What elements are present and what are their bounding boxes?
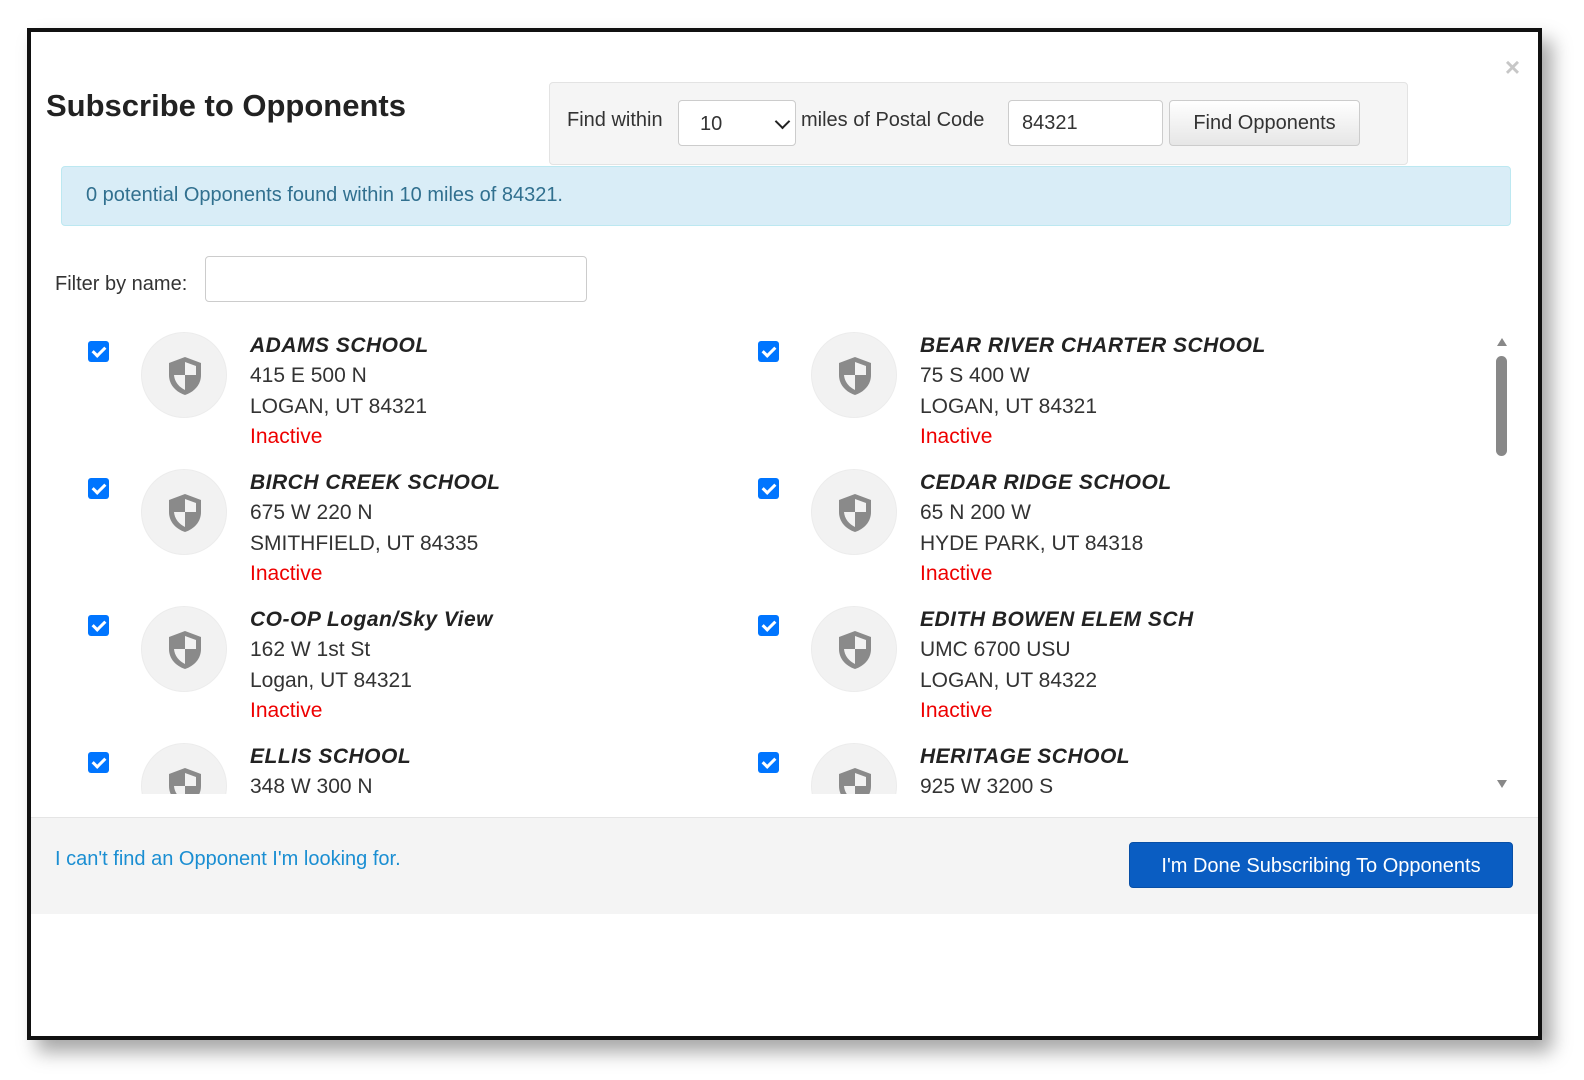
- opponent-card: ELLIS SCHOOL 348 W 300 N: [61, 743, 681, 794]
- opponent-status: Inactive: [250, 699, 323, 722]
- opponent-name: EDITH BOWEN ELEM SCH: [920, 608, 1194, 631]
- opponent-name: CEDAR RIDGE SCHOOL: [920, 471, 1172, 494]
- opponent-card: CO-OP Logan/Sky View 162 W 1st St Logan, U…: [61, 606, 681, 736]
- chevron-down-icon: [774, 113, 791, 130]
- subscribe-dialog: × Subscribe to Opponents Find within 10 …: [27, 28, 1542, 1040]
- opponent-status: Inactive: [250, 425, 323, 448]
- opponent-name: CO-OP Logan/Sky View: [250, 608, 493, 631]
- shield-icon: [811, 469, 897, 555]
- opponent-name: BEAR RIVER CHARTER SCHOOL: [920, 334, 1266, 357]
- opponent-checkbox[interactable]: [88, 615, 109, 636]
- opponent-name: ELLIS SCHOOL: [250, 745, 412, 768]
- dialog-footer: I can't find an Opponent I'm looking for…: [31, 817, 1538, 914]
- opponent-address: 925 W 3200 S: [920, 775, 1054, 794]
- miles-label: miles of Postal Code: [801, 109, 985, 131]
- shield-icon: [141, 469, 227, 555]
- opponent-name: ADAMS SCHOOL: [250, 334, 429, 357]
- opponent-city: SMITHFIELD, UT 84335: [250, 532, 479, 555]
- opponent-city: LOGAN, UT 84321: [250, 395, 428, 418]
- opponent-name: BIRCH CREEK SCHOOL: [250, 471, 501, 494]
- opponent-city: HYDE PARK, UT 84318: [920, 532, 1144, 555]
- opponent-checkbox[interactable]: [88, 341, 109, 362]
- opponent-checkbox[interactable]: [758, 478, 779, 499]
- opponent-checkbox[interactable]: [88, 752, 109, 773]
- opponent-checkbox[interactable]: [758, 752, 779, 773]
- dialog-title: Subscribe to Opponents: [46, 88, 406, 123]
- list-scrollbar[interactable]: [1493, 334, 1511, 794]
- close-icon[interactable]: ×: [1505, 54, 1520, 80]
- opponent-status: Inactive: [920, 562, 993, 585]
- postal-code-input[interactable]: 84321: [1008, 100, 1163, 146]
- opponent-card: EDITH BOWEN ELEM SCH UMC 6700 USU LOGAN, U…: [731, 606, 1351, 736]
- scroll-thumb[interactable]: [1496, 356, 1507, 456]
- shield-icon: [811, 332, 897, 418]
- find-within-label: Find within: [567, 109, 663, 131]
- radius-value: 10: [700, 113, 723, 135]
- opponent-card: HERITAGE SCHOOL 925 W 3200 S: [731, 743, 1351, 794]
- cant-find-opponent-link[interactable]: I can't find an Opponent I'm looking for…: [55, 848, 401, 871]
- filter-label: Filter by name:: [55, 273, 188, 295]
- opponent-address: 75 S 400 W: [920, 364, 1030, 387]
- opponent-checkbox[interactable]: [88, 478, 109, 499]
- opponent-status: Inactive: [920, 699, 993, 722]
- results-alert: 0 potential Opponents found within 10 mi…: [61, 166, 1511, 226]
- opponent-status: Inactive: [920, 425, 993, 448]
- shield-icon: [141, 606, 227, 692]
- opponent-status: Inactive: [250, 562, 323, 585]
- opponent-city: LOGAN, UT 84322: [920, 669, 1098, 692]
- filter-name-input[interactable]: [205, 256, 587, 302]
- opponent-checkbox[interactable]: [758, 615, 779, 636]
- opponent-checkbox[interactable]: [758, 341, 779, 362]
- opponent-card: BEAR RIVER CHARTER SCHOOL 75 S 400 W LOGAN…: [731, 332, 1351, 462]
- opponent-address: UMC 6700 USU: [920, 638, 1071, 661]
- opponent-address: 65 N 200 W: [920, 501, 1031, 524]
- shield-icon: [811, 606, 897, 692]
- opponent-city: Logan, UT 84321: [250, 669, 412, 692]
- opponent-card: ADAMS SCHOOL 415 E 500 N LOGAN, UT 84321 In…: [61, 332, 681, 462]
- search-panel: Find within 10 miles of Postal Code 8432…: [549, 82, 1408, 165]
- opponent-address: 675 W 220 N: [250, 501, 373, 524]
- find-opponents-button[interactable]: Find Opponents: [1169, 100, 1360, 146]
- opponent-name: HERITAGE SCHOOL: [920, 745, 1131, 768]
- opponent-address: 348 W 300 N: [250, 775, 373, 794]
- opponent-address: 162 W 1st St: [250, 638, 371, 661]
- shield-icon: [141, 743, 227, 794]
- shield-icon: [811, 743, 897, 794]
- scroll-up-arrow-icon[interactable]: [1497, 338, 1507, 346]
- opponent-city: LOGAN, UT 84321: [920, 395, 1098, 418]
- opponent-address: 415 E 500 N: [250, 364, 367, 387]
- shield-icon: [141, 332, 227, 418]
- opponent-list[interactable]: ADAMS SCHOOL 415 E 500 N LOGAN, UT 84321 In…: [61, 324, 1521, 794]
- opponent-card: CEDAR RIDGE SCHOOL 65 N 200 W HYDE PARK, U…: [731, 469, 1351, 599]
- opponent-card: BIRCH CREEK SCHOOL 675 W 220 N SMITHFIELD,…: [61, 469, 681, 599]
- radius-select[interactable]: 10: [678, 100, 796, 146]
- done-subscribing-button[interactable]: I'm Done Subscribing To Opponents: [1129, 842, 1513, 888]
- scroll-down-arrow-icon[interactable]: [1497, 780, 1507, 788]
